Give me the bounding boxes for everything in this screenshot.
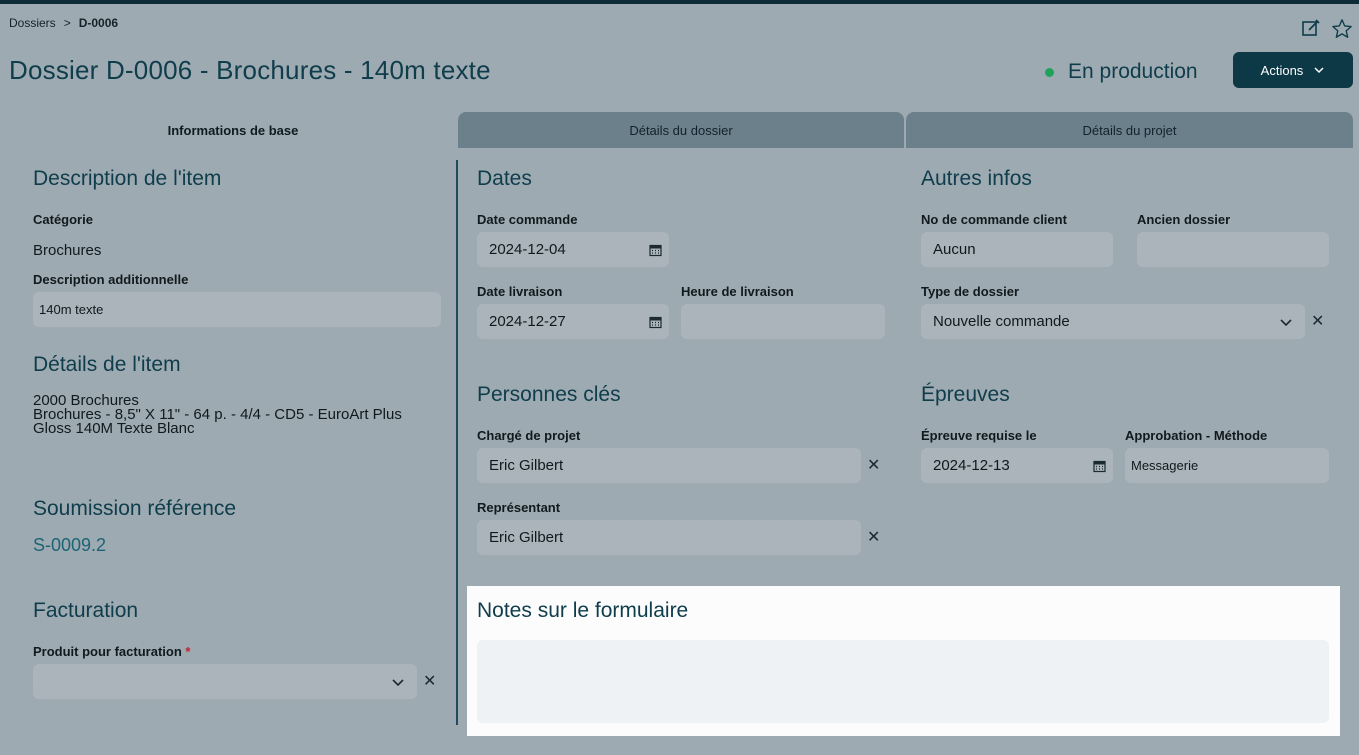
delivery-date-label: Date livraison [477,284,563,299]
old-file-input[interactable] [1137,232,1329,267]
order-date-label: Date commande [477,212,578,227]
category-label: Catégorie [33,212,93,227]
actions-label: Actions [1260,62,1304,78]
approval-method-value: Messagerie [1131,458,1199,473]
key-people-heading: Personnes clés [477,383,621,406]
file-type-select[interactable]: Nouvelle commande [921,304,1305,339]
additional-description-label: Description additionnelle [33,272,189,287]
tab-details-du-projet[interactable]: Détails du projet [906,112,1353,148]
clear-project-manager-icon[interactable]: ✕ [867,458,880,474]
top-accent-bar [0,0,1359,4]
calendar-icon[interactable] [1093,459,1106,472]
file-type-value: Nouvelle commande [933,313,1070,330]
client-po-input[interactable]: Aucun [921,232,1113,267]
item-description-heading: Description de l'item [33,167,222,190]
order-date-input[interactable]: 2024-12-04 [477,232,669,267]
old-file-label: Ancien dossier [1137,212,1231,227]
delivery-date-value: 2024-12-27 [489,313,566,330]
edit-icon[interactable] [1301,18,1321,40]
delivery-date-input[interactable]: 2024-12-27 [477,304,669,339]
representative-label: Représentant [477,500,561,515]
chevron-down-icon [392,678,404,686]
calendar-icon[interactable] [649,243,662,256]
form-notes-textarea[interactable] [477,640,1329,723]
billing-heading: Facturation [33,599,139,622]
billing-product-label-text: Produit pour facturation [33,644,182,659]
approval-method-field[interactable]: Messagerie [1125,448,1329,483]
status-dot-icon [1045,67,1054,77]
clear-billing-product-icon[interactable]: ✕ [423,674,436,690]
tab-informations-de-base[interactable]: Informations de base [10,112,456,148]
item-details-heading: Détails de l'item [33,353,181,376]
clear-file-type-icon[interactable]: ✕ [1311,314,1324,330]
approval-method-label: Approbation - Méthode [1125,428,1268,443]
clear-representative-icon[interactable]: ✕ [867,530,880,546]
project-manager-value: Eric Gilbert [489,457,564,474]
page-title: Dossier D-0006 - Brochures - 140m texte [9,55,491,85]
actions-button[interactable]: Actions [1233,52,1353,88]
order-date-value: 2024-12-04 [489,241,566,258]
required-mark: * [185,644,191,659]
column-divider [456,160,458,725]
proof-required-label: Épreuve requise le [921,428,1037,443]
client-po-value: Aucun [933,241,976,258]
star-icon[interactable] [1331,18,1353,40]
additional-description-value: 140m texte [39,302,104,317]
billing-product-label: Produit pour facturation * [33,644,190,659]
breadcrumb-root-link[interactable]: Dossiers [9,16,56,30]
chevron-down-icon [1314,67,1324,74]
item-details-line2: Brochures - 8,5" X 11" - 64 p. - 4/4 - C… [33,406,402,437]
status-indicator: En production [1045,60,1198,84]
submission-reference-heading: Soumission référence [33,497,237,520]
delivery-time-input[interactable] [681,304,885,339]
breadcrumb: Dossiers > D-0006 [9,16,118,30]
proof-required-value: 2024-12-13 [933,457,1010,474]
tab-details-du-dossier[interactable]: Détails du dossier [458,112,904,148]
other-info-heading: Autres infos [921,167,1032,190]
billing-product-select[interactable] [33,664,417,699]
breadcrumb-separator: > [63,16,71,30]
dates-heading: Dates [477,167,532,190]
additional-description-field[interactable]: 140m texte [33,292,441,327]
representative-value: Eric Gilbert [489,529,564,546]
project-manager-select[interactable]: Eric Gilbert [477,448,861,483]
category-value: Brochures [33,242,102,259]
client-po-label: No de commande client [921,212,1067,227]
representative-select[interactable]: Eric Gilbert [477,520,861,555]
item-details-text: 2000 Brochures Brochures - 8,5" X 11" - 6… [33,393,443,437]
project-manager-label: Chargé de projet [477,428,581,443]
delivery-time-label: Heure de livraison [681,284,794,299]
form-notes-heading: Notes sur le formulaire [477,599,689,622]
breadcrumb-current: D-0006 [78,16,119,30]
header-icons [1301,18,1353,40]
proof-required-date-input[interactable]: 2024-12-13 [921,448,1113,483]
proofs-heading: Épreuves [921,383,1010,406]
form-notes-panel: Notes sur le formulaire [467,586,1340,736]
chevron-down-icon [1280,318,1292,326]
file-type-label: Type de dossier [921,284,1020,299]
status-label: En production [1068,60,1198,83]
calendar-icon[interactable] [649,315,662,328]
submission-reference-link[interactable]: S-0009.2 [33,535,106,556]
